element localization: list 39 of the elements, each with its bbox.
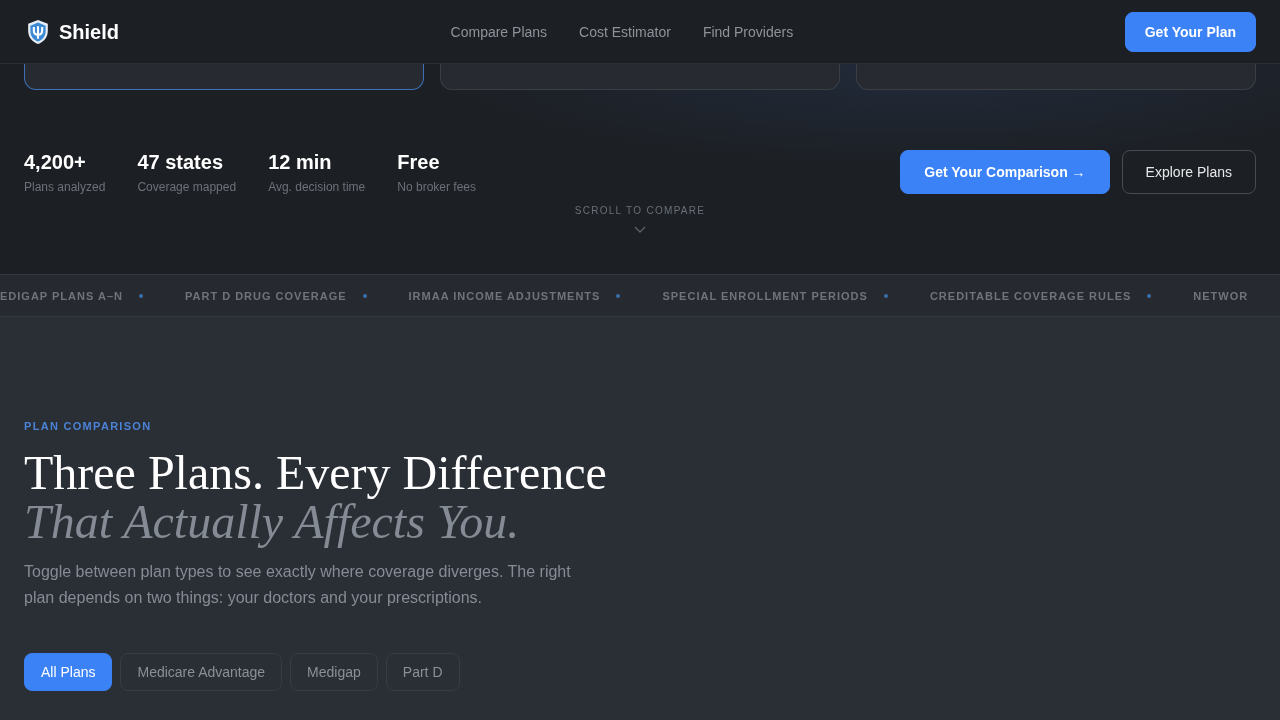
stat-value: Free — [397, 149, 441, 174]
shield-logo-icon — [27, 19, 49, 44]
nav-link[interactable]: Find Providers — [702, 22, 794, 41]
ticker-item: IRMAA INCOME ADJUSTMENTS — [408, 288, 601, 303]
stat-value: 12 min — [268, 149, 333, 174]
bullet-dot-icon — [138, 293, 143, 298]
scroll-hint: SCROLL TO COMPARE — [574, 205, 706, 217]
ticker-item: EDIGAP PLANS A–N — [0, 288, 123, 303]
secondary-button[interactable]: Explore Plans — [1121, 150, 1256, 194]
stat-label: No broker fees — [397, 178, 476, 195]
stat-value: 4,200+ — [24, 149, 87, 174]
ticker-item: CREDITABLE COVERAGE RULES — [929, 288, 1132, 303]
bullet-dot-icon — [616, 293, 621, 298]
section-eyebrow: PLAN COMPARISON — [24, 419, 152, 434]
bullet-dot-icon — [1147, 293, 1152, 298]
brand-name: Shield — [59, 19, 119, 44]
plan-filter-tab[interactable]: All Plans — [24, 653, 113, 691]
plan-filter-tab[interactable]: Medigap — [290, 653, 378, 691]
section-heading: Three Plans. Every Difference — [24, 448, 607, 497]
bullet-dot-icon — [883, 293, 888, 298]
stat-label: Avg. decision time — [268, 178, 366, 195]
plan-card[interactable] — [440, 64, 840, 90]
stat-label: Plans analyzed — [24, 178, 106, 195]
section-description: Toggle between plan types to see exactly where coverage diverges. The right plan depends on two things: your doctors and your prescriptions. — [24, 562, 572, 608]
plan-card[interactable] — [856, 64, 1256, 90]
header-cta-button[interactable]: Get Your Plan — [1124, 11, 1256, 52]
nav-link[interactable]: Cost Estimator — [579, 22, 671, 41]
primary-button[interactable]: Get Your Comparison → — [900, 150, 1110, 194]
plan-card[interactable] — [24, 64, 424, 90]
stat-label: Coverage mapped — [137, 178, 237, 195]
bullet-dot-icon — [362, 293, 367, 298]
ticker-item: NETWOR — [1193, 288, 1249, 303]
plan-filter-tab[interactable]: Medicare Advantage — [120, 653, 283, 691]
plan-filter-tab[interactable]: Part D — [385, 653, 460, 691]
ticker-item: SPECIAL ENROLLMENT PERIODS — [662, 288, 868, 303]
ticker-item: PART D DRUG COVERAGE — [184, 288, 347, 303]
nav-link[interactable]: Compare Plans — [450, 22, 548, 41]
chevron-down-icon — [634, 226, 646, 233]
stat-value: 47 states — [137, 149, 224, 174]
